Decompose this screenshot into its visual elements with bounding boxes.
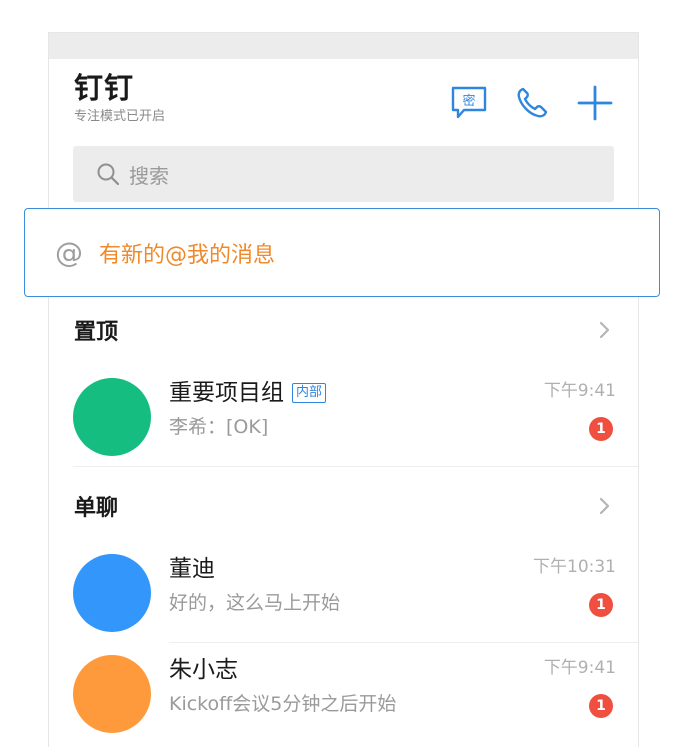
secret-chat-icon: 密 bbox=[451, 86, 487, 119]
conversation-preview: Kickoff会议5分钟之后开始 bbox=[169, 693, 397, 715]
add-button[interactable] bbox=[575, 83, 615, 123]
secret-chat-button[interactable]: 密 bbox=[449, 83, 489, 123]
conversation-name: 朱小志 bbox=[169, 655, 238, 685]
avatar bbox=[73, 655, 151, 733]
conversation-name-text: 重要项目组 bbox=[169, 380, 284, 406]
conversation-preview: 好的，这么马上开始 bbox=[169, 592, 341, 614]
focus-mode-status[interactable]: 专注模式已开启 bbox=[74, 109, 165, 125]
unread-badge: 1 bbox=[589, 694, 613, 718]
chevron-right-icon bbox=[599, 321, 610, 339]
section-direct-title: 单聊 bbox=[74, 496, 119, 521]
internal-tag: 内部 bbox=[292, 383, 327, 403]
conversation-list-screen: 钉钉 专注模式已开启 密 搜索 置顶 重要项目组 内部 李希：[OK] 下午9:… bbox=[48, 32, 639, 747]
conversation-name: 重要项目组 内部 bbox=[169, 378, 327, 408]
conversation-time: 下午10:31 bbox=[533, 557, 616, 577]
conversation-name-text: 朱小志 bbox=[169, 657, 238, 683]
conversation-name: 董迪 bbox=[169, 554, 215, 584]
chevron-right-icon bbox=[599, 497, 610, 515]
section-direct[interactable]: 单聊 bbox=[49, 481, 638, 531]
status-bar bbox=[49, 33, 638, 59]
search-input[interactable]: 搜索 bbox=[73, 146, 614, 202]
secret-chat-label: 密 bbox=[462, 93, 475, 109]
phone-icon bbox=[517, 87, 548, 118]
conversation-preview: 李希：[OK] bbox=[169, 416, 269, 438]
conversation-time: 下午9:41 bbox=[543, 658, 616, 678]
avatar bbox=[73, 378, 151, 456]
app-title: 钉钉 bbox=[74, 71, 135, 105]
conversation-row-dongdi[interactable]: 董迪 好的，这么马上开始 下午10:31 1 bbox=[49, 547, 638, 641]
divider bbox=[169, 642, 638, 643]
section-pinned[interactable]: 置顶 bbox=[49, 305, 638, 355]
mention-notification-banner[interactable]: @ 有新的@我的消息 bbox=[24, 208, 660, 297]
at-icon: @ bbox=[55, 235, 83, 269]
conversation-row-important-group[interactable]: 重要项目组 内部 李希：[OK] 下午9:41 1 bbox=[49, 371, 638, 465]
conversation-time: 下午9:41 bbox=[543, 381, 616, 401]
unread-badge: 1 bbox=[589, 417, 613, 441]
conversation-row-zhuxiaozhi[interactable]: 朱小志 Kickoff会议5分钟之后开始 下午9:41 1 bbox=[49, 648, 638, 742]
unread-badge: 1 bbox=[589, 593, 613, 617]
mention-notification-text: 有新的@我的消息 bbox=[99, 242, 276, 268]
divider bbox=[73, 466, 638, 467]
section-pinned-title: 置顶 bbox=[74, 320, 119, 345]
search-placeholder: 搜索 bbox=[129, 163, 169, 188]
conversation-name-text: 董迪 bbox=[169, 556, 215, 582]
avatar bbox=[73, 554, 151, 632]
phone-button[interactable] bbox=[512, 83, 552, 123]
plus-icon bbox=[577, 85, 613, 121]
search-icon bbox=[95, 161, 121, 187]
